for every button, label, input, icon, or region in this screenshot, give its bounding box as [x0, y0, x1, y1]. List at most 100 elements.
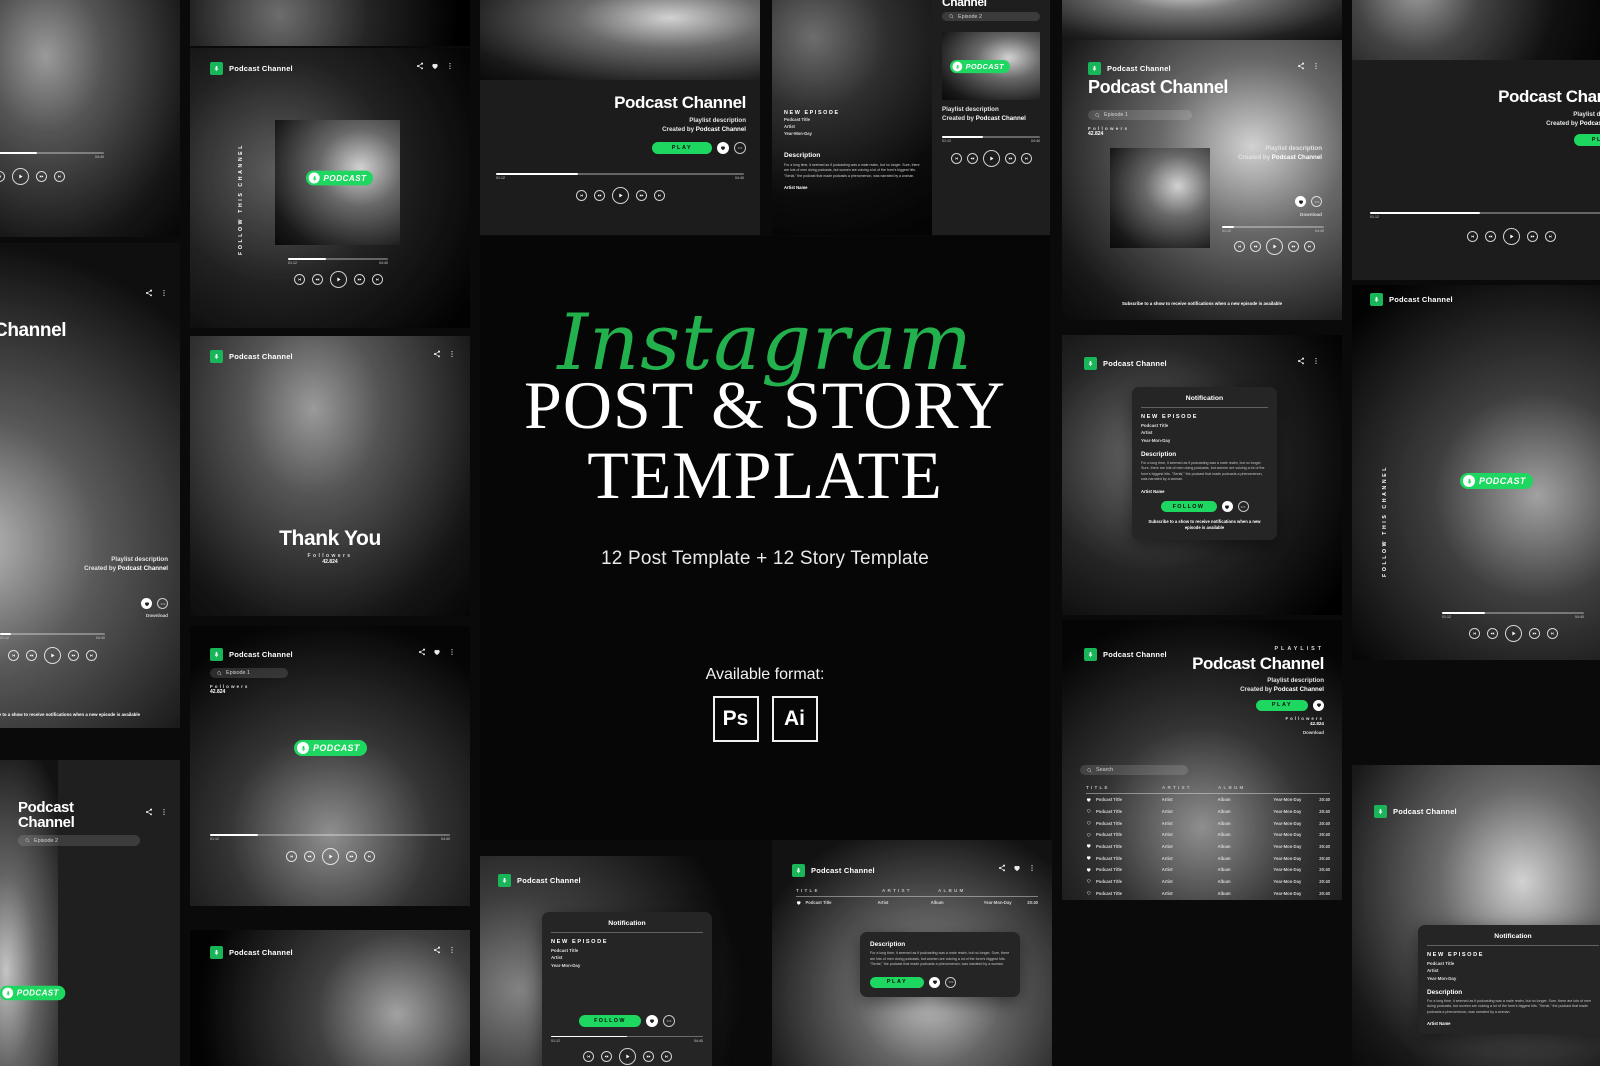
more-options-icon[interactable]	[446, 62, 454, 70]
rewind-button[interactable]	[303, 851, 315, 862]
like-icon[interactable]	[1086, 878, 1096, 885]
like-icon[interactable]	[1086, 890, 1096, 897]
template-card-scream[interactable]: Podcast Channel Episode 1 Followers 42.8…	[190, 626, 470, 906]
previous-track-button[interactable]	[285, 851, 297, 862]
more-options-icon[interactable]	[1312, 357, 1320, 365]
like-button[interactable]	[929, 976, 940, 988]
template-card-thank-you[interactable]: Podcast Channel Thank You Followers 42.8…	[190, 336, 470, 616]
like-icon[interactable]	[1086, 820, 1096, 827]
download-label[interactable]: Download	[146, 613, 168, 618]
previous-track-button[interactable]	[1466, 231, 1478, 242]
forward-button[interactable]	[345, 851, 357, 862]
like-icon[interactable]	[1086, 855, 1096, 862]
template-card-mic-follow[interactable]: Podcast Channel FOLLOW THIS CHANNEL PODC…	[1352, 285, 1600, 660]
like-button[interactable]	[717, 142, 729, 154]
table-row[interactable]: Podcast Title Artist Album Year-Mon-Day 20:4…	[1086, 841, 1330, 853]
play-cta-button[interactable]: PLAY	[652, 142, 712, 154]
rewind-button[interactable]	[26, 650, 37, 661]
table-row[interactable]: Podcast Title Artist Album Year-Mon-Day 20:4…	[1086, 864, 1330, 876]
table-row[interactable]: Podcast Title Artist Album Year-Mon-Day 20:4…	[1086, 794, 1330, 806]
like-icon[interactable]	[1086, 843, 1096, 850]
template-card-glasses-host[interactable]: Podcast Channel	[190, 930, 470, 1066]
previous-track-button[interactable]	[950, 153, 962, 164]
forward-button[interactable]	[35, 171, 47, 182]
episode-search-input[interactable]: Episode 2	[942, 12, 1040, 21]
play-button[interactable]	[1502, 228, 1520, 245]
like-icon[interactable]	[433, 648, 441, 656]
table-row[interactable]: Podcast Title Artist Album Year-Mon-Day 20:4…	[1086, 852, 1330, 864]
more-options-icon[interactable]	[160, 289, 168, 297]
forward-button[interactable]	[68, 650, 79, 661]
share-icon[interactable]	[145, 289, 153, 297]
share-icon[interactable]	[1297, 357, 1305, 365]
search-input[interactable]: Search	[1080, 765, 1188, 775]
more-button[interactable]	[663, 1014, 675, 1027]
next-track-button[interactable]	[1546, 628, 1558, 639]
play-button[interactable]	[611, 187, 629, 204]
episode-search-input[interactable]: Episode 1	[1088, 110, 1192, 120]
table-row[interactable]: Podcast Title Artist Album Year-Mon-Day 20:4…	[1086, 806, 1330, 818]
more-options-icon[interactable]	[1028, 864, 1036, 872]
next-track-button[interactable]	[1303, 241, 1315, 252]
template-card-table-description[interactable]: Podcast Channel TITLE ARTIST ALBUM Podca…	[772, 840, 1052, 1066]
more-options-icon[interactable]	[448, 350, 456, 358]
rewind-button[interactable]	[966, 153, 978, 164]
play-button[interactable]	[618, 1047, 636, 1065]
template-card-notification-story[interactable]: Podcast Channel Notification NEW EPISODE…	[480, 856, 760, 1066]
play-button[interactable]	[1265, 238, 1283, 255]
play-cta-button[interactable]: PLAY	[1256, 699, 1308, 711]
template-card-right-player[interactable]: Podcast Channel Playlist description Cre…	[1352, 60, 1600, 280]
template-card-host-portrait[interactable]: Podcast Channel Playlist description Cre…	[0, 243, 180, 728]
play-button[interactable]	[321, 848, 339, 865]
more-button[interactable]	[734, 142, 746, 154]
forward-button[interactable]	[1004, 153, 1016, 164]
like-button[interactable]	[1221, 501, 1233, 513]
template-card-strip-top[interactable]	[190, 0, 470, 46]
rewind-button[interactable]	[1249, 241, 1261, 252]
follow-button[interactable]: FOLLOW	[1160, 501, 1217, 513]
table-row[interactable]: Podcast Title Artist Album Year-Mon-Day 20:4…	[1086, 817, 1330, 829]
more-options-icon[interactable]	[448, 648, 456, 656]
play-button[interactable]	[1504, 625, 1522, 642]
rewind-button[interactable]	[1486, 628, 1498, 639]
more-button[interactable]	[157, 598, 168, 609]
previous-track-button[interactable]	[8, 650, 19, 661]
template-card-follow-channel[interactable]: Podcast Channel FOLLOW THIS CHANNEL PODC…	[190, 48, 470, 328]
episode-search-input[interactable]: Episode 1	[210, 668, 288, 678]
share-icon[interactable]	[433, 350, 441, 358]
play-cta-button[interactable]: PLAY	[870, 976, 924, 988]
share-icon[interactable]	[145, 808, 153, 816]
template-card-post-player[interactable]: Podcast Channel Playlist description Cre…	[480, 0, 760, 235]
template-card-corner-strip[interactable]	[1352, 0, 1600, 60]
previous-track-button[interactable]	[1468, 628, 1480, 639]
rewind-button[interactable]	[600, 1050, 612, 1062]
next-track-button[interactable]	[371, 274, 383, 285]
episode-artwork[interactable]: PODCAST	[942, 32, 1040, 100]
play-button[interactable]	[44, 647, 61, 664]
template-card-studios-strip[interactable]	[1062, 0, 1342, 42]
template-card-playlist-table[interactable]: Podcast Channel PLAYLIST Podcast Channel…	[1062, 620, 1342, 900]
next-track-button[interactable]	[1544, 231, 1556, 242]
more-options-icon[interactable]	[1312, 62, 1320, 70]
rewind-button[interactable]	[311, 274, 323, 285]
next-track-button[interactable]	[363, 851, 375, 862]
download-label[interactable]: Download	[1300, 212, 1322, 217]
forward-button[interactable]	[1287, 241, 1299, 252]
like-icon[interactable]	[1086, 797, 1096, 804]
template-card-right-notification[interactable]: Podcast Channel Notification NEW EPISODE…	[1352, 765, 1600, 1066]
template-card-story-episode2[interactable]: Podcast Channel Episode 2 PODCAST Playli…	[932, 0, 1050, 235]
template-card-channel-episode1[interactable]: Podcast Channel Podcast Channel Episode …	[1062, 40, 1342, 320]
episode-search-input[interactable]: Episode 2	[18, 835, 140, 846]
previous-track-button[interactable]	[293, 274, 305, 285]
share-icon[interactable]	[1297, 62, 1305, 70]
next-track-button[interactable]	[653, 190, 665, 201]
like-button[interactable]	[1313, 699, 1324, 711]
like-icon[interactable]	[796, 900, 805, 907]
share-icon[interactable]	[433, 946, 441, 954]
like-icon[interactable]	[1086, 867, 1096, 874]
rewind-button[interactable]	[593, 190, 605, 201]
like-button[interactable]	[646, 1014, 658, 1027]
share-icon[interactable]	[416, 62, 424, 70]
play-cta-button[interactable]: PLAY	[1574, 133, 1600, 146]
forward-button[interactable]	[642, 1050, 654, 1062]
